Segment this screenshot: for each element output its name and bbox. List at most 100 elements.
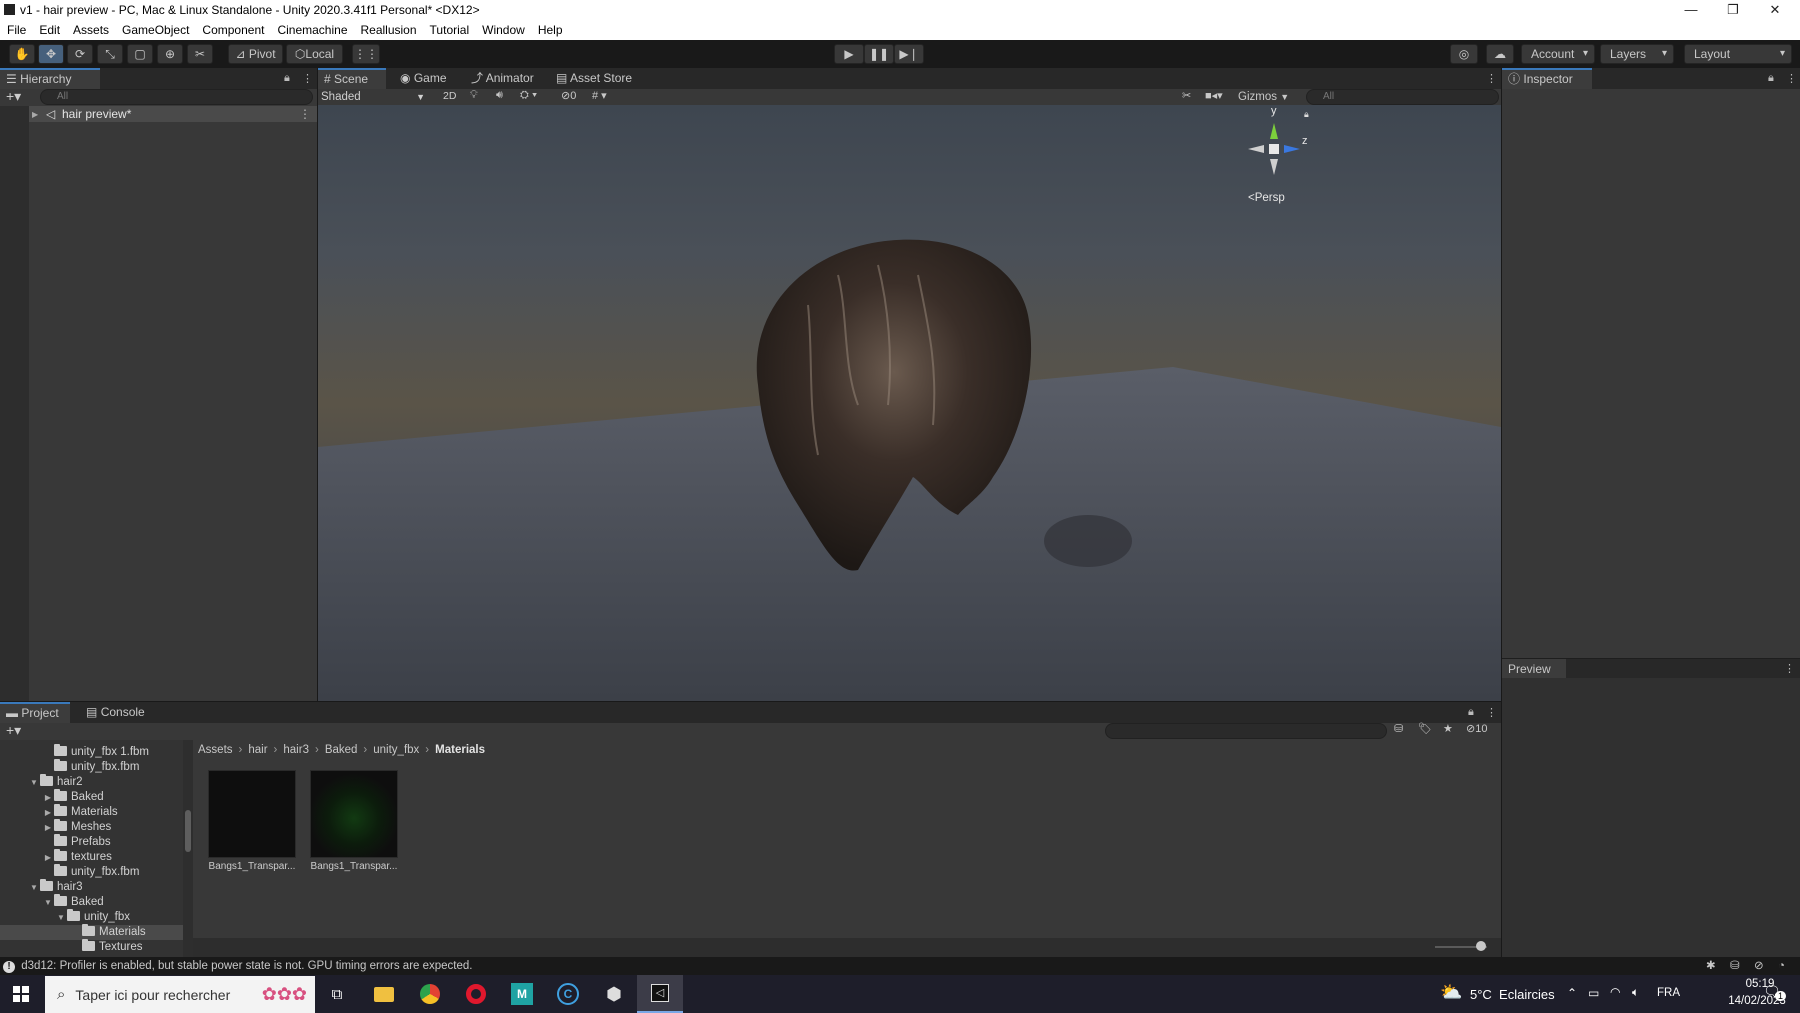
language-indicator[interactable]: FRA	[1657, 987, 1680, 999]
search-by-type-icon[interactable]: ⛁	[1394, 722, 1403, 735]
gizmos-dropdown[interactable]: Gizmos ▼	[1238, 89, 1302, 105]
tree-arrow-icon[interactable]: ▶	[42, 790, 54, 805]
tab-game[interactable]: ◉ Game	[394, 68, 458, 89]
network-icon[interactable]: ⊘	[1754, 957, 1764, 975]
tab-scene[interactable]: # Scene	[318, 68, 386, 89]
menu-cinemachine[interactable]: Cinemachine	[270, 20, 353, 40]
hidden-packages-toggle[interactable]: ⊘10	[1466, 722, 1487, 735]
breadcrumb-baked[interactable]: Baked	[325, 744, 358, 756]
tree-arrow-icon[interactable]: ▼	[28, 775, 40, 790]
asset-tile[interactable]: Bangs1_Transpar...	[310, 770, 402, 880]
volume-icon[interactable]: 🔈︎	[1632, 985, 1639, 1000]
inspector-more-icon[interactable]: ⋮	[1786, 72, 1797, 85]
hierarchy-search-input[interactable]: All	[40, 89, 313, 105]
expand-arrow-icon[interactable]: ▶	[32, 110, 46, 119]
collab-icon[interactable]: ◎	[1450, 44, 1478, 64]
tools-icon[interactable]: ✂	[1182, 89, 1191, 102]
weather-icon[interactable]: ⛅	[1440, 982, 1462, 1003]
grid-snap-icon[interactable]: ⋮⋮	[352, 44, 380, 64]
menu-assets[interactable]: Assets	[66, 20, 115, 40]
lighting-icon[interactable]: 💡︎	[470, 89, 478, 102]
lock-icon[interactable]: 🔒︎	[284, 72, 290, 85]
zoom-slider-handle[interactable]	[1476, 941, 1486, 951]
tree-item-textures[interactable]: ▶ textures	[42, 849, 112, 865]
breadcrumb-assets[interactable]: Assets	[198, 744, 233, 756]
breadcrumb-materials[interactable]: Materials	[435, 744, 485, 756]
audio-icon[interactable]: 🔊︎	[496, 89, 503, 102]
pivot-toggle[interactable]: ⊿ Pivot	[228, 44, 283, 64]
tree-arrow-icon[interactable]: ▶	[42, 850, 54, 865]
pause-button[interactable]: ❚❚	[864, 44, 894, 64]
scene-search-input[interactable]: All	[1306, 89, 1499, 105]
scene-more-options-icon[interactable]: ⋮	[1486, 72, 1497, 85]
tree-item-unity-fbx-fbm-2[interactable]: unity_fbx.fbm	[42, 864, 139, 880]
local-toggle[interactable]: ⬡Local	[286, 44, 343, 64]
create-dropdown[interactable]: +▾	[6, 88, 21, 105]
shading-dropdown[interactable]: Shaded ▼	[321, 89, 431, 105]
maya-icon[interactable]: M	[499, 975, 545, 1013]
orientation-gizmo[interactable]: y z 🔒︎	[1244, 105, 1309, 183]
tree-item-unity-fbx-1-fbm[interactable]: unity_fbx 1.fbm	[42, 744, 149, 760]
scene-root-item[interactable]: ▶ ◁ hair preview* ⋮	[29, 106, 317, 122]
rotate-tool-icon[interactable]: ⟳	[67, 44, 93, 64]
scene-viewport[interactable]: y z 🔒︎ <Persp	[318, 105, 1501, 701]
more-options-icon[interactable]: ⋮	[302, 72, 313, 85]
status-bar[interactable]: ! d3d12: Profiler is enabled, but stable…	[0, 957, 1800, 975]
breadcrumb-hair3[interactable]: hair3	[283, 744, 309, 756]
menu-window[interactable]: Window	[475, 20, 531, 40]
scale-tool-icon[interactable]: ⤡	[97, 44, 123, 64]
menu-edit[interactable]: Edit	[32, 20, 66, 40]
tree-item-textures-2[interactable]: Textures	[70, 939, 142, 955]
asset-tile[interactable]: Bangs1_Transpar...	[208, 770, 300, 880]
camera-icon[interactable]: ■◂▾	[1205, 89, 1223, 102]
breadcrumb-hair[interactable]: hair	[248, 744, 267, 756]
tray-chevron-icon[interactable]: ⌃	[1567, 986, 1577, 1000]
cloud-icon[interactable]: ☁	[1486, 44, 1514, 64]
gizmo-lock-icon[interactable]: 🔒︎	[1304, 109, 1309, 120]
tree-item-materials-selected[interactable]: Materials	[0, 924, 183, 940]
tree-scroll-handle[interactable]	[185, 810, 191, 852]
progress-icon[interactable]: ◔	[1778, 957, 1785, 975]
tree-item-prefabs[interactable]: Prefabs	[42, 834, 111, 850]
menu-tutorial[interactable]: Tutorial	[423, 20, 476, 40]
tree-item-hair2[interactable]: ▼ hair2	[28, 774, 83, 790]
account-dropdown[interactable]: Account	[1521, 44, 1595, 64]
tab-animator[interactable]: ⤴ Animator	[465, 68, 545, 89]
menu-component[interactable]: Component	[195, 20, 270, 40]
preview-more-icon[interactable]: ⋮	[1784, 662, 1795, 675]
play-button[interactable]: ▶	[834, 44, 864, 64]
inspector-lock-icon[interactable]: 🔒︎	[1768, 72, 1774, 85]
transform-tool-icon[interactable]: ⊕	[157, 44, 183, 64]
toggle-2d-button[interactable]: 2D	[443, 90, 456, 102]
wifi-icon[interactable]: ◠	[1610, 985, 1620, 999]
tab-inspector[interactable]: ⓘ Inspector	[1502, 68, 1592, 89]
favorites-icon[interactable]: ★	[1443, 722, 1453, 735]
tree-arrow-icon[interactable]: ▶	[42, 820, 54, 835]
notification-center-icon[interactable]: 🗨︎ 1	[1763, 983, 1787, 1005]
layers-dropdown[interactable]: Layers	[1600, 44, 1674, 64]
tree-item-baked[interactable]: ▶ Baked	[42, 789, 104, 805]
menu-gameobject[interactable]: GameObject	[115, 20, 195, 40]
project-search-input[interactable]	[1105, 723, 1387, 739]
projection-toggle[interactable]: <Persp	[1248, 192, 1285, 204]
restore-button[interactable]: ❐	[1714, 0, 1752, 20]
project-create-dropdown[interactable]: +▾	[6, 722, 21, 739]
windows-start-icon[interactable]	[0, 975, 42, 1013]
search-by-label-icon[interactable]: 🏷︎	[1418, 722, 1432, 735]
task-view-icon[interactable]: ⧉	[314, 975, 360, 1013]
custom-tool-icon[interactable]: ✂	[187, 44, 213, 64]
tree-arrow-icon[interactable]: ▶	[42, 805, 54, 820]
minimize-button[interactable]: —	[1672, 0, 1710, 20]
grid-toggle-icon[interactable]: # ▾	[592, 89, 607, 102]
project-lock-icon[interactable]: 🔒︎	[1468, 706, 1474, 719]
taskbar-search-box[interactable]: ⌕ Taper ici pour rechercher ✿✿✿	[45, 976, 315, 1013]
hidden-objects-icon[interactable]: ⊘0	[561, 89, 576, 102]
menu-reallusion[interactable]: Reallusion	[354, 20, 423, 40]
tab-asset-store[interactable]: ▤ Asset Store	[550, 68, 650, 89]
tree-item-baked-2[interactable]: ▼ Baked	[42, 894, 104, 910]
menu-file[interactable]: File	[0, 20, 32, 40]
file-explorer-icon[interactable]	[361, 975, 407, 1013]
debug-icon[interactable]: ✱	[1706, 957, 1716, 975]
tree-arrow-icon[interactable]: ▼	[55, 910, 67, 925]
close-button[interactable]: ✕	[1756, 0, 1794, 20]
